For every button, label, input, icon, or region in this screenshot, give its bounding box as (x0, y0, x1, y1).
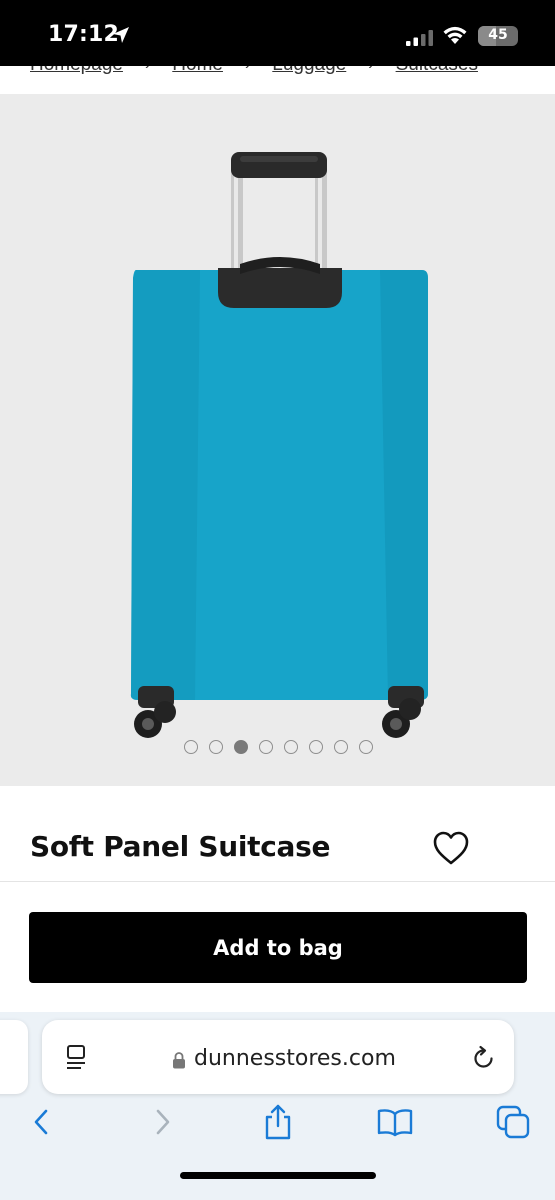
breadcrumb-luggage[interactable]: Luggage (272, 66, 346, 76)
carousel-dot[interactable] (259, 740, 273, 754)
home-indicator[interactable] (180, 1172, 376, 1179)
bookmarks-button[interactable] (373, 1100, 417, 1144)
status-time: 17:12 (48, 22, 120, 47)
page-format-icon[interactable] (64, 1044, 90, 1072)
add-to-bag-button[interactable]: Add to bag (29, 912, 527, 983)
status-bar: 17:12 45 (0, 0, 555, 66)
share-button[interactable] (256, 1100, 300, 1144)
breadcrumb-separator: › (245, 66, 250, 74)
browser-toolbar (0, 1100, 555, 1160)
product-image[interactable] (0, 94, 555, 786)
breadcrumb-homepage[interactable]: Homepage (30, 66, 123, 76)
battery-percentage: 45 (488, 27, 508, 43)
breadcrumb: Homepage › Home › Luggage › Suitcases (0, 66, 555, 94)
previous-tab-card[interactable] (0, 1020, 28, 1094)
carousel-dots (0, 740, 555, 754)
back-button[interactable] (20, 1100, 64, 1144)
carousel-dot[interactable] (284, 740, 298, 754)
carousel-dot[interactable] (309, 740, 323, 754)
add-to-bag-section: Add to bag (0, 882, 555, 1012)
tabs-icon (496, 1105, 530, 1139)
breadcrumb-separator: › (145, 66, 150, 74)
carousel-dot[interactable] (234, 740, 248, 754)
share-icon (265, 1104, 291, 1140)
carousel-dot[interactable] (334, 740, 348, 754)
book-icon (377, 1109, 413, 1137)
lock-icon (173, 1052, 185, 1069)
carousel-dot[interactable] (184, 740, 198, 754)
product-title: Soft Panel Suitcase (30, 830, 331, 863)
carousel-dot[interactable] (209, 740, 223, 754)
chevron-right-icon (156, 1109, 170, 1135)
url-text[interactable]: dunnesstores.com (194, 1046, 396, 1071)
breadcrumb-separator: › (368, 66, 373, 74)
location-arrow-icon (113, 27, 129, 43)
breadcrumb-home[interactable]: Home (172, 66, 223, 76)
product-title-row: Soft Panel Suitcase (0, 786, 555, 882)
breadcrumb-suitcases[interactable]: Suitcases (396, 66, 478, 76)
carousel-dot[interactable] (359, 740, 373, 754)
tabs-button[interactable] (491, 1100, 535, 1144)
address-bar[interactable]: dunnesstores.com (42, 1020, 514, 1094)
product-image-gallery[interactable] (0, 94, 555, 786)
forward-button[interactable] (140, 1100, 184, 1144)
cellular-signal-icon (406, 30, 433, 46)
chevron-left-icon (34, 1109, 48, 1135)
battery-icon: 45 (478, 26, 518, 46)
wifi-icon (443, 26, 467, 44)
heart-outline-icon[interactable] (432, 830, 470, 866)
reload-icon[interactable] (470, 1045, 498, 1073)
